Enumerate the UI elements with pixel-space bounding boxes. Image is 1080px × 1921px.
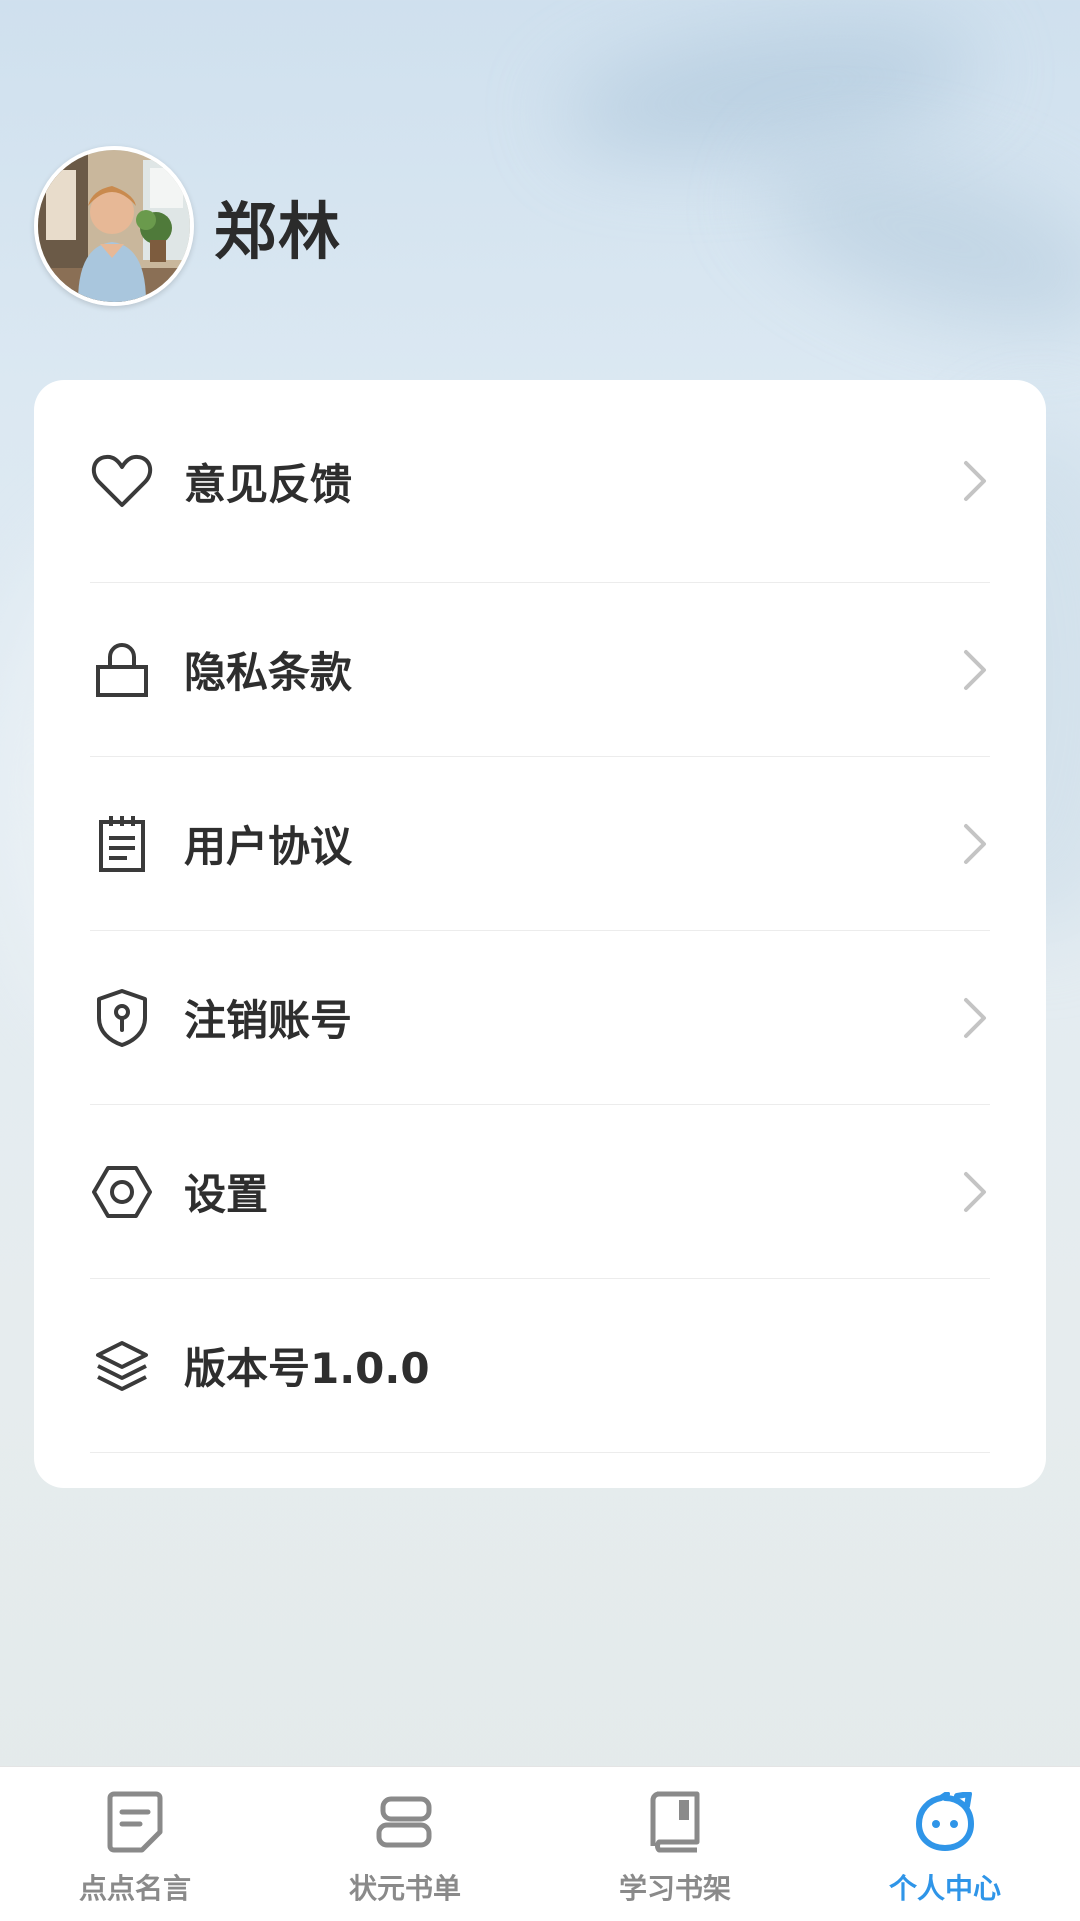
shield-keyhole-icon [90, 986, 154, 1050]
tab-label: 个人中心 [888, 1872, 1001, 1905]
tab-label: 学习书架 [618, 1872, 731, 1905]
smiley-face-icon [910, 1787, 980, 1857]
tab-quotes[interactable]: 点点名言 [0, 1767, 270, 1921]
menu-item-settings[interactable]: 设置 [90, 1105, 990, 1279]
menu-item-version: 版本号1.0.0 [90, 1279, 990, 1453]
notepad-icon [90, 812, 154, 876]
menu-item-label: 设置 [184, 1170, 269, 1219]
background-blur [747, 117, 1080, 363]
chevron-right-icon [964, 461, 986, 501]
menu-item-user-agreement[interactable]: 用户协议 [90, 757, 990, 931]
chevron-right-icon [964, 997, 986, 1038]
tab-profile[interactable]: 个人中心 [810, 1767, 1080, 1921]
hexagon-nut-icon [90, 1160, 154, 1224]
heart-icon [90, 449, 154, 513]
tab-label: 状元书单 [348, 1872, 461, 1905]
user-name: 郑林 [214, 195, 343, 268]
tab-booklist[interactable]: 状元书单 [270, 1767, 540, 1921]
menu-item-feedback[interactable]: 意见反馈 [90, 380, 990, 583]
version-label: 版本号1.0.0 [184, 1344, 430, 1393]
profile-header: 郑林 [34, 146, 342, 306]
document-icon [100, 1787, 170, 1857]
menu-item-label: 注销账号 [184, 996, 353, 1045]
layers-icon [90, 1334, 154, 1398]
lock-icon [90, 638, 154, 702]
menu-item-privacy[interactable]: 隐私条款 [90, 583, 990, 757]
stack-icon [370, 1787, 440, 1857]
bottom-tab-bar: 点点名言 状元书单 学习书架 个人中心 [0, 1766, 1080, 1921]
avatar-image [38, 150, 190, 302]
menu-item-label: 意见反馈 [184, 459, 353, 509]
book-icon [640, 1787, 710, 1857]
background-blur [553, 1, 987, 179]
chevron-right-icon [964, 649, 986, 690]
menu-list: 意见反馈 隐私条款 用户协议 注销账号 设置 版本号1.0.0 [90, 380, 990, 1453]
chevron-right-icon [964, 1171, 986, 1212]
menu-card: 意见反馈 隐私条款 用户协议 注销账号 设置 版本号1.0.0 [34, 380, 1046, 1488]
menu-item-label: 隐私条款 [184, 648, 353, 697]
menu-item-label: 用户协议 [184, 822, 353, 871]
chevron-right-icon [964, 823, 986, 864]
menu-item-delete-account[interactable]: 注销账号 [90, 931, 990, 1105]
tab-bookshelf[interactable]: 学习书架 [540, 1767, 810, 1921]
avatar[interactable] [34, 146, 194, 306]
tab-label: 点点名言 [78, 1872, 191, 1905]
